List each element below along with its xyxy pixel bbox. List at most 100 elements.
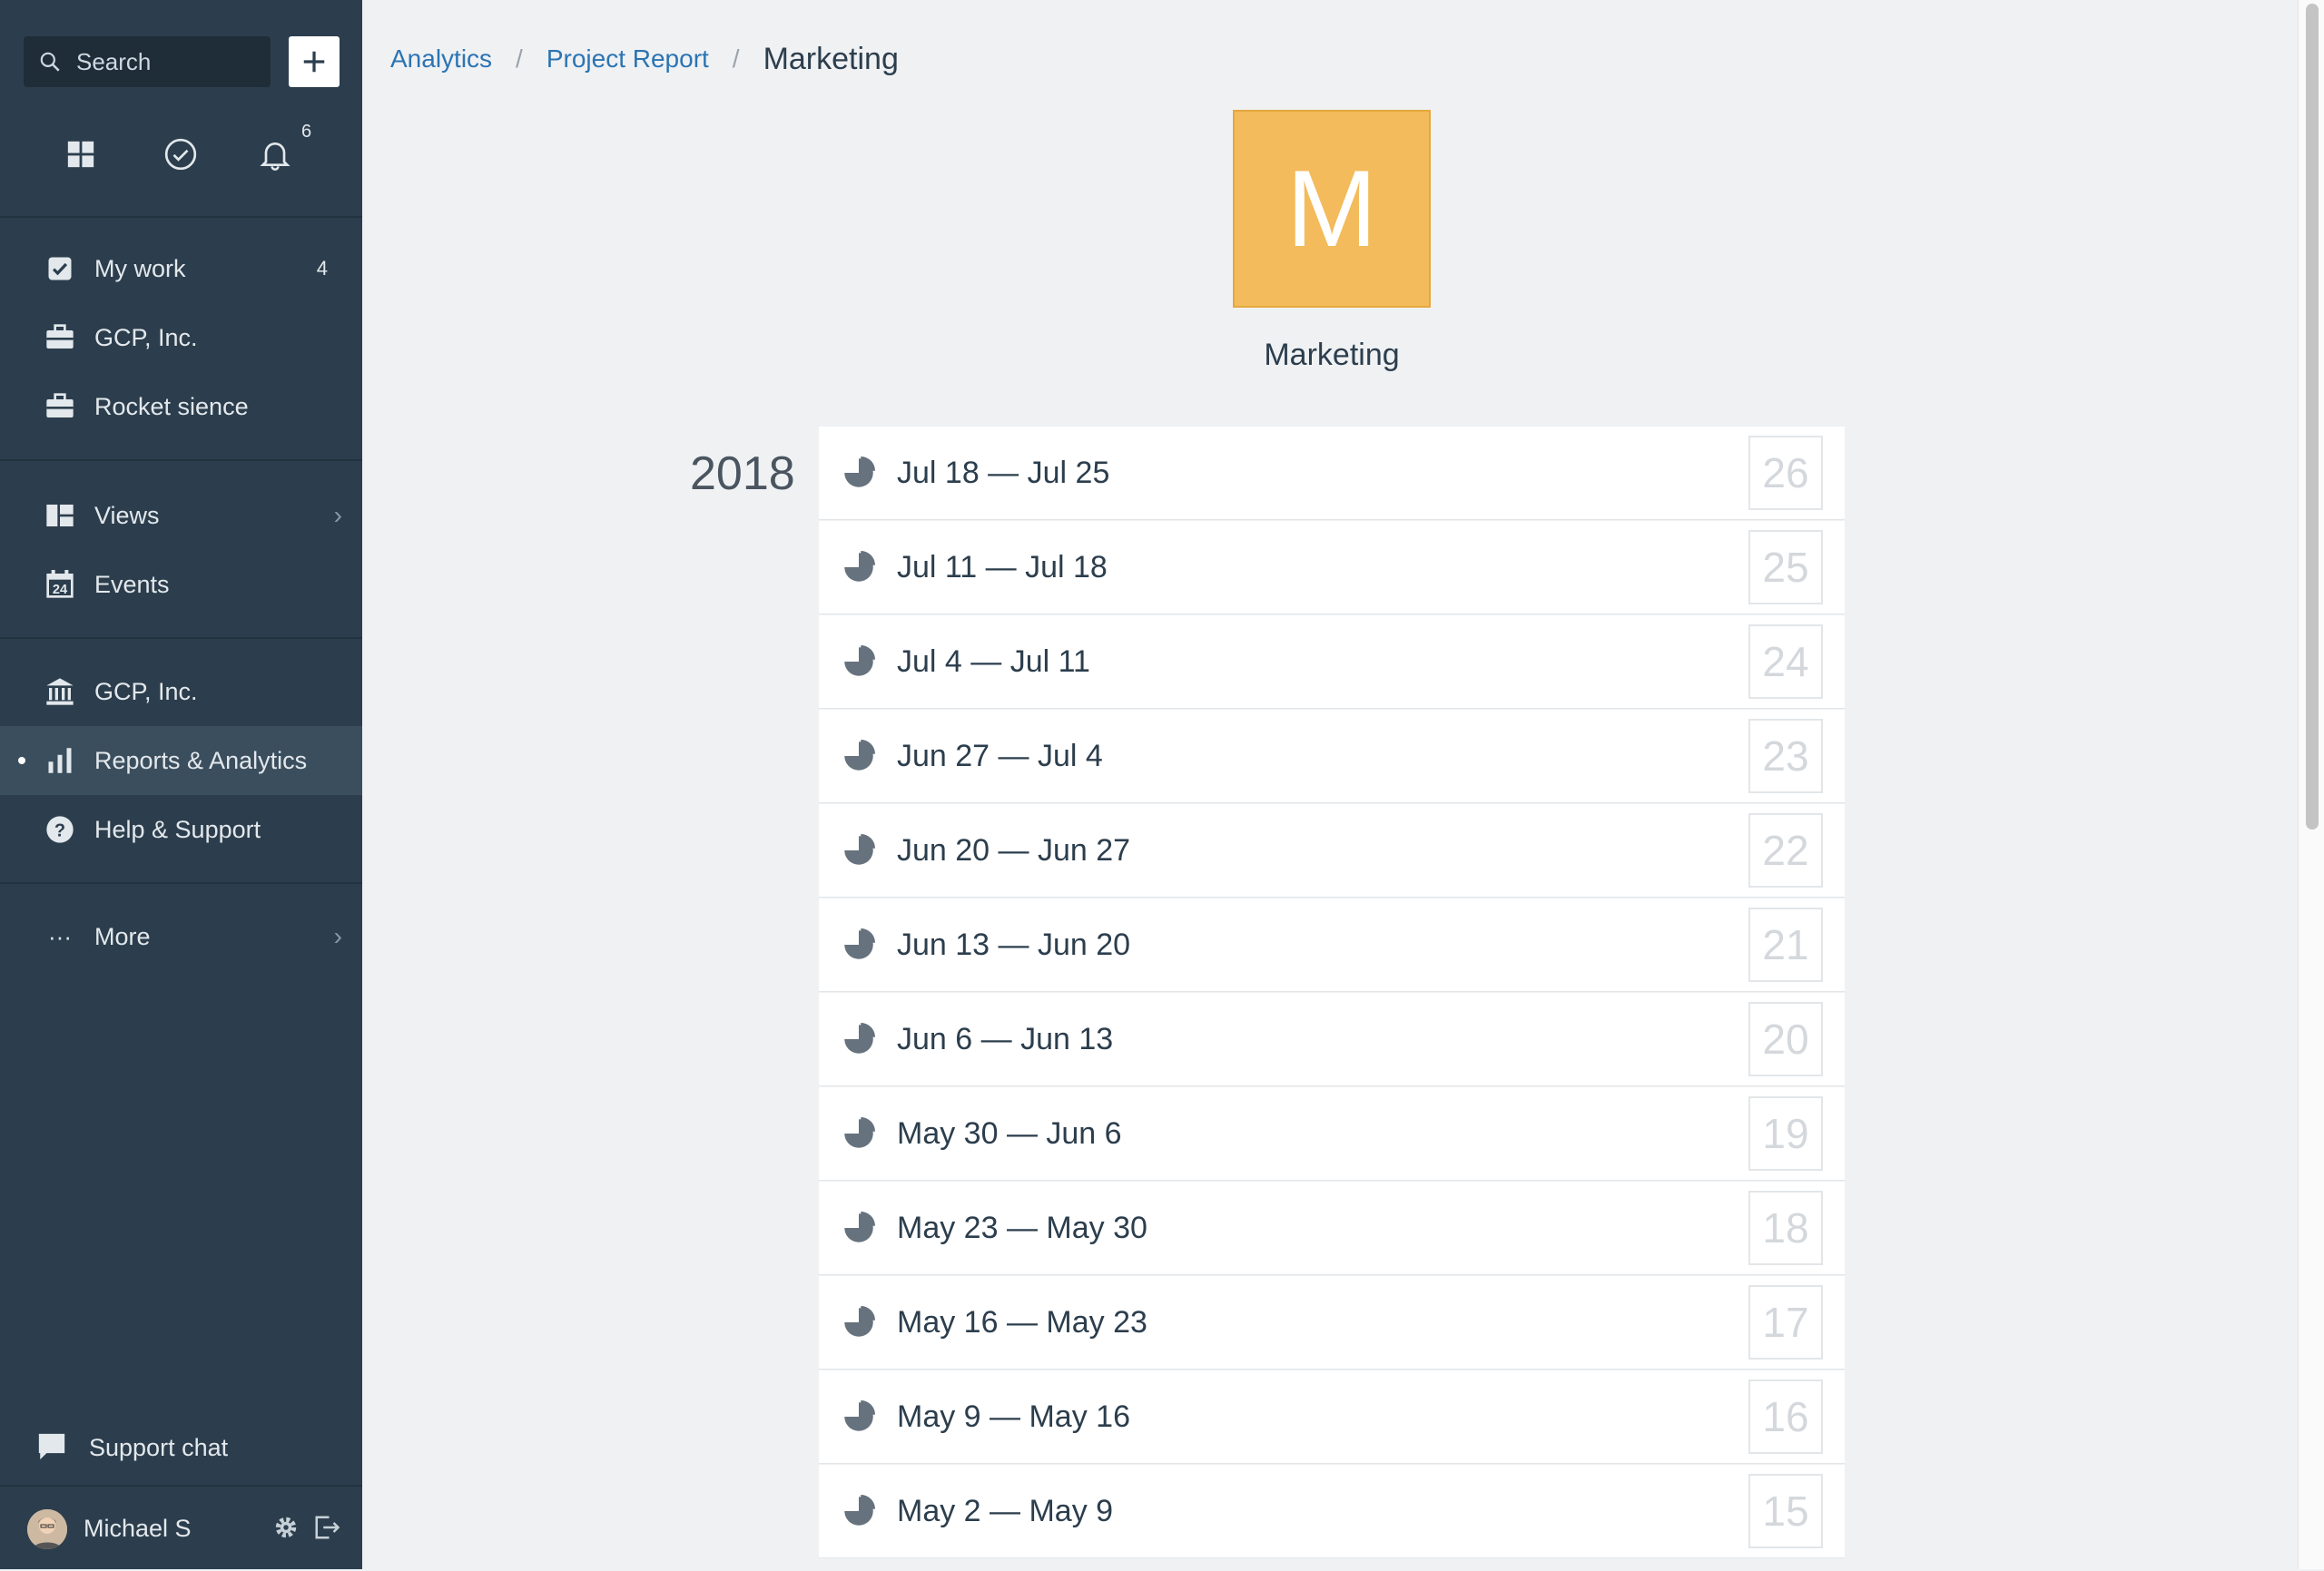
active-indicator [18,757,25,764]
breadcrumb-link-analytics[interactable]: Analytics [390,44,492,74]
help-icon: ? [42,811,78,848]
pie-chart-icon [844,740,875,771]
sidebar-item-label: Views [94,501,160,529]
pie-chart-icon [844,457,875,487]
support-chat-button[interactable]: Support chat [0,1416,362,1479]
week-number-badge: 17 [1748,1285,1823,1360]
report-row[interactable]: May 30 — Jun 6 19 [819,1087,1845,1180]
week-number-badge: 21 [1748,908,1823,982]
divider [0,882,362,884]
add-button[interactable] [289,36,340,87]
week-number-badge: 16 [1748,1380,1823,1454]
plus-icon [303,51,325,73]
sidebar-item-help-support[interactable]: ? Help & Support [0,795,362,864]
date-range: Jul 4 — Jul 11 [897,644,1090,679]
more-icon: ··· [48,922,72,950]
pie-chart-icon [844,1306,875,1337]
date-range: Jun 6 — Jun 13 [897,1022,1114,1056]
sidebar-item-more[interactable]: ··· More › [0,902,362,971]
year-label: 2018 [690,447,795,500]
sidebar-item-views[interactable]: Views › [0,481,362,550]
date-range: May 2 — May 9 [897,1494,1114,1528]
sidebar-item-reports-analytics[interactable]: Reports & Analytics [0,726,362,795]
week-number-badge: 22 [1748,813,1823,888]
clock-icon[interactable] [153,127,208,182]
pie-chart-icon [844,1212,875,1242]
report-row[interactable]: May 23 — May 30 18 [819,1182,1845,1274]
search-input[interactable]: Search [24,36,271,87]
pie-chart-icon [844,1117,875,1148]
sidebar-item-gcp[interactable]: GCP, Inc. [0,303,362,372]
sidebar-item-label: My work [94,254,186,282]
chevron-right-icon: › [333,922,342,950]
divider [0,459,362,461]
report-row[interactable]: Jun 13 — Jun 20 21 [819,898,1845,991]
sidebar-item-gcp-org[interactable]: GCP, Inc. [0,657,362,726]
sidebar-item-label: GCP, Inc. [94,677,198,705]
week-number-badge: 23 [1748,719,1823,793]
sidebar-item-rocket-sience[interactable]: Rocket sience [0,372,362,441]
pie-chart-icon [844,834,875,865]
search-placeholder: Search [76,47,152,75]
report-row[interactable]: Jun 6 — Jun 13 20 [819,993,1845,1085]
divider [0,216,362,218]
pie-chart-icon [844,645,875,676]
dashboard-icon[interactable] [54,127,108,182]
week-number-badge: 20 [1748,1002,1823,1076]
my-work-count: 4 [316,257,328,280]
avatar[interactable] [27,1508,67,1549]
breadcrumb: Analytics / Project Report / Marketing [390,36,899,82]
report-row[interactable]: Jul 11 — Jul 18 25 [819,521,1845,614]
project-name: Marketing [1264,338,1400,372]
breadcrumb-separator: / [732,44,740,73]
scrollbar-thumb[interactable] [2306,4,2319,830]
sidebar-item-label: GCP, Inc. [94,323,198,351]
bell-icon[interactable] [248,127,302,182]
user-name: Michael S [84,1515,192,1542]
pie-chart-icon [844,1400,875,1431]
calendar-icon: 24 [42,566,78,603]
report-row[interactable]: Jun 20 — Jun 27 22 [819,804,1845,897]
date-range: Jun 13 — Jun 20 [897,928,1131,962]
date-range: May 16 — May 23 [897,1305,1147,1340]
report-list: Jul 18 — Jul 25 26 Jul 11 — Jul 18 25 Jul 4 … [819,427,1845,1559]
pie-chart-icon [844,928,875,959]
date-range: May 30 — Jun 6 [897,1116,1122,1151]
scrollbar[interactable] [2298,0,2324,1569]
report-row[interactable]: Jul 4 — Jul 11 24 [819,615,1845,708]
logout-icon[interactable] [312,1514,341,1547]
briefcase-icon [42,388,78,425]
breadcrumb-separator: / [516,44,523,73]
week-number-badge: 19 [1748,1096,1823,1171]
support-chat-label: Support chat [89,1433,229,1461]
week-number-badge: 25 [1748,530,1823,604]
breadcrumb-link-project-report[interactable]: Project Report [547,44,709,74]
report-row[interactable]: Jun 27 — Jul 4 23 [819,710,1845,802]
report-row[interactable]: Jul 18 — Jul 25 26 [819,427,1845,519]
chat-icon [36,1432,67,1468]
report-row[interactable]: May 9 — May 16 16 [819,1370,1845,1463]
divider [0,637,362,639]
pie-chart-icon [844,551,875,582]
sidebar-item-label: Rocket sience [94,392,249,420]
svg-text:?: ? [54,820,65,840]
week-number-badge: 26 [1748,436,1823,510]
search-icon [40,52,60,72]
views-icon [42,497,78,534]
gear-icon[interactable] [272,1514,300,1547]
chevron-right-icon: › [333,501,342,529]
sidebar-item-label: Reports & Analytics [94,746,308,774]
date-range: Jun 27 — Jul 4 [897,739,1103,773]
sidebar-item-events[interactable]: 24 Events [0,550,362,619]
project-avatar: M [1233,110,1431,308]
sidebar: Search 6 My work 4 GCP, Inc. Rocket sien… [0,0,362,1569]
sidebar-item-my-work[interactable]: My work 4 [0,234,362,303]
report-row[interactable]: May 2 — May 9 15 [819,1465,1845,1557]
notifications-count: 6 [301,122,312,142]
date-range: Jul 18 — Jul 25 [897,456,1110,490]
week-number-badge: 18 [1748,1191,1823,1265]
report-row[interactable]: May 16 — May 23 17 [819,1276,1845,1369]
sidebar-item-label: Events [94,570,170,598]
sidebar-item-label: More [94,922,151,950]
checkbox-icon [42,250,78,287]
